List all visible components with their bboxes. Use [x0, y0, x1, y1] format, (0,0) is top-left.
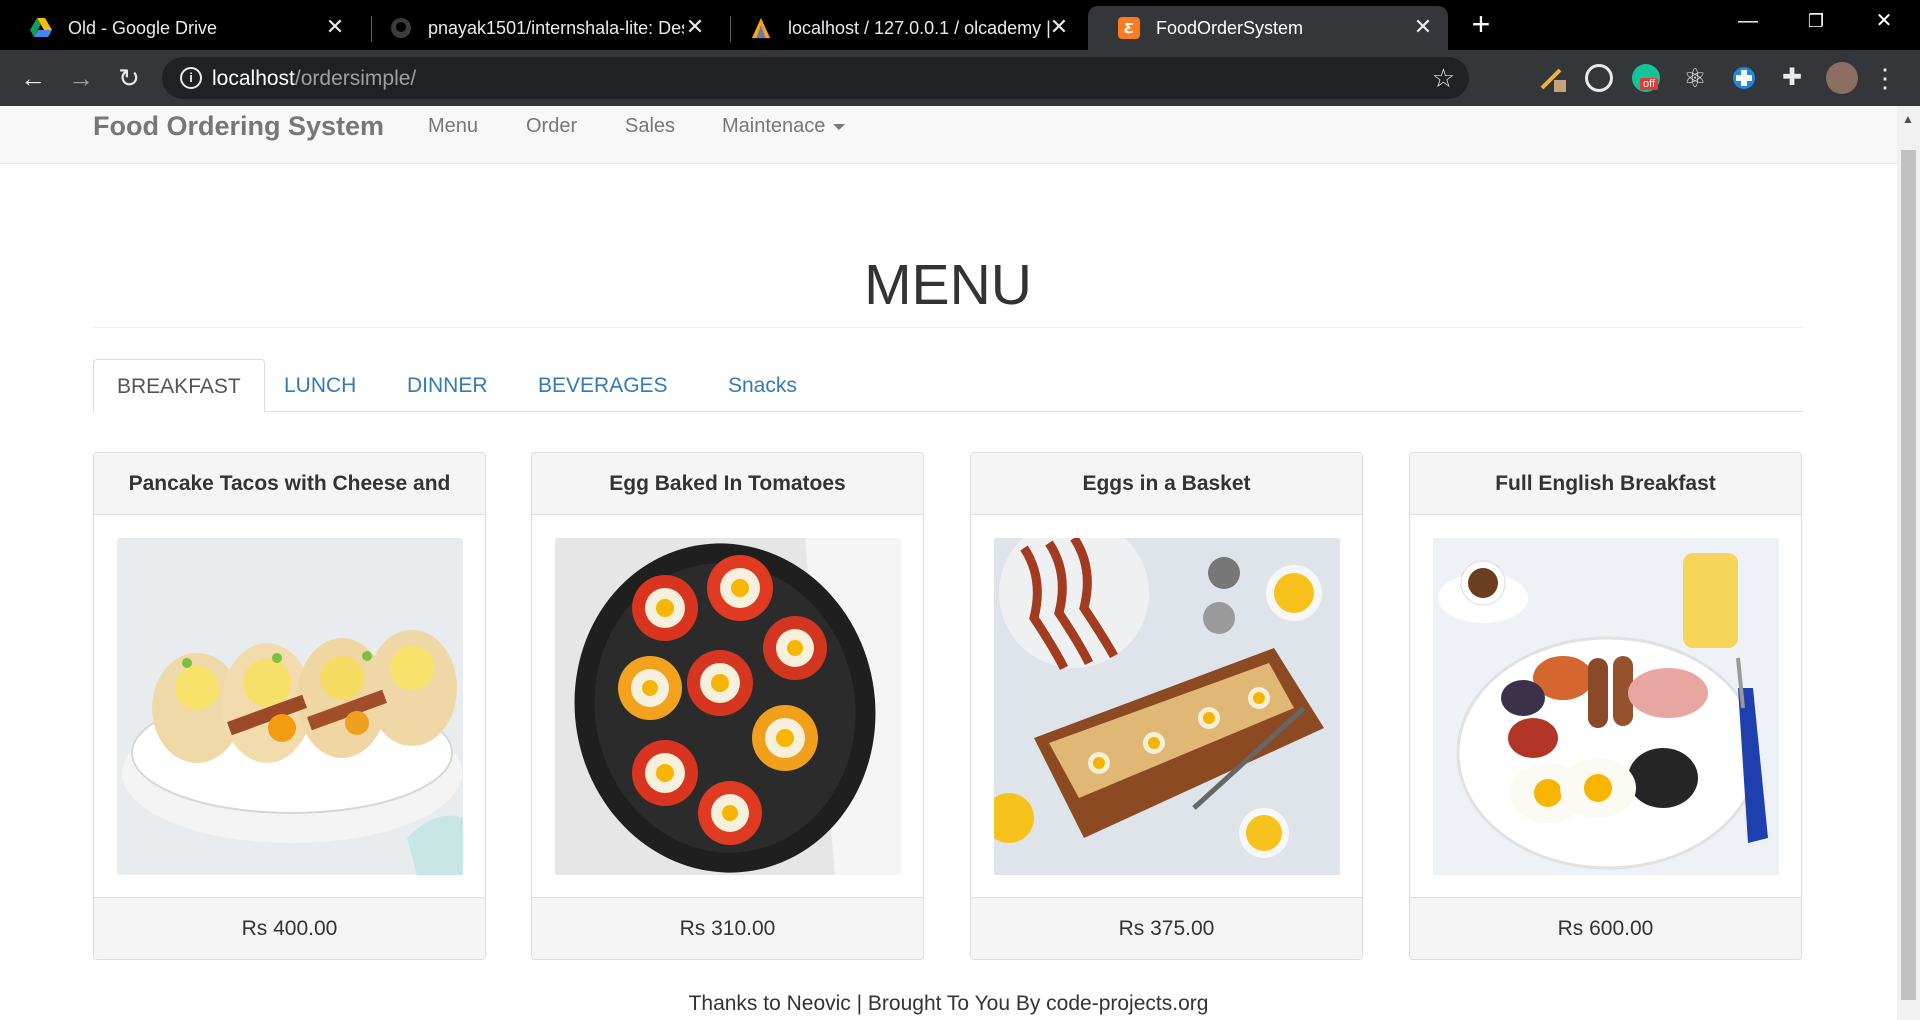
react-devtools-icon[interactable]: ⚛	[1681, 64, 1709, 92]
nav-dropdown-maintenance[interactable]: Maintenace	[722, 115, 846, 138]
google-drive-icon	[30, 17, 52, 39]
menu-item-name: Pancake Tacos with Cheese and	[94, 453, 485, 515]
menu-item-card[interactable]: Full English Breakfast Rs 600.00	[1409, 452, 1802, 960]
site-info-icon[interactable]: i	[180, 67, 202, 89]
tab-dinner[interactable]: DINNER	[384, 359, 511, 412]
nav-link-menu[interactable]: Menu	[428, 115, 478, 138]
close-tab-icon[interactable]: ✕	[324, 16, 346, 38]
browser-tab-strip: Old - Google Drive ✕ pnayak1501/internsh…	[0, 0, 1920, 50]
reload-icon[interactable]: ↻	[113, 62, 145, 94]
shield-extension-icon[interactable]	[1730, 64, 1758, 92]
browser-tab-phpmyadmin[interactable]: localhost / 127.0.0.1 / olcademy | ✕	[720, 6, 1084, 50]
close-tab-icon[interactable]: ✕	[1412, 16, 1434, 38]
page-scrollbar[interactable]: ▲	[1897, 106, 1920, 1020]
egg-baked-tomatoes-photo[interactable]	[555, 538, 901, 875]
menu-item-price: Rs 375.00	[971, 897, 1362, 959]
browser-tab-google-drive[interactable]: Old - Google Drive ✕	[0, 6, 360, 50]
profile-avatar[interactable]	[1826, 62, 1858, 94]
forward-icon[interactable]: →	[65, 62, 97, 94]
menu-item-name: Egg Baked In Tomatoes	[532, 453, 923, 515]
site-footer: Thanks to Neovic | Brought To You By cod…	[688, 992, 1209, 1015]
menu-item-name: Eggs in a Basket	[971, 453, 1362, 515]
close-window-icon[interactable]: ✕	[1854, 6, 1914, 36]
chrome-menu-icon[interactable]: ⋮	[1872, 62, 1898, 94]
bookmark-star-icon[interactable]: ☆	[1432, 63, 1455, 94]
pen-extension-icon[interactable]	[1538, 64, 1566, 92]
pancake-tacos-photo[interactable]	[117, 538, 463, 875]
full-english-breakfast-photo[interactable]	[1433, 538, 1779, 875]
caret-down-icon	[833, 123, 846, 130]
menu-item-card[interactable]: Pancake Tacos with Cheese and Rs 400.00	[93, 452, 486, 960]
menu-item-name: Full English Breakfast	[1410, 453, 1801, 515]
menu-item-price: Rs 600.00	[1410, 897, 1801, 959]
xampp-icon: Ƹ	[1118, 17, 1140, 39]
page-title: MENU	[864, 253, 1032, 317]
new-tab-button[interactable]: +	[1466, 8, 1496, 40]
nav-link-sales[interactable]: Sales	[625, 115, 675, 138]
minimize-window-icon[interactable]: —	[1718, 6, 1778, 36]
close-tab-icon[interactable]: ✕	[684, 16, 706, 38]
divider	[93, 327, 1803, 328]
grammarly-extension-icon[interactable]: off	[1632, 64, 1660, 92]
phpmyadmin-icon	[750, 17, 772, 39]
nav-link-order[interactable]: Order	[526, 115, 577, 138]
close-tab-icon[interactable]: ✕	[1048, 16, 1070, 38]
web-page: Food Ordering System Menu Order Sales Ma…	[0, 106, 1897, 1020]
tab-beverages[interactable]: BEVERAGES	[515, 359, 691, 412]
restore-window-icon[interactable]: ❐	[1786, 6, 1846, 36]
github-icon	[390, 17, 412, 39]
eggs-in-basket-photo[interactable]	[994, 538, 1340, 875]
scroll-up-icon[interactable]: ▲	[1902, 112, 1914, 126]
speedometer-extension-icon[interactable]	[1585, 64, 1613, 92]
url-text[interactable]: localhost/ordersimple/	[212, 67, 416, 91]
tab-lunch[interactable]: LUNCH	[261, 359, 379, 412]
tab-snacks[interactable]: Snacks	[705, 359, 820, 412]
browser-toolbar: ← → ↻ i localhost/ordersimple/ ☆ off ⚛ ✚…	[0, 50, 1920, 106]
address-bar[interactable]: i localhost/ordersimple/ ☆	[162, 57, 1469, 99]
site-brand[interactable]: Food Ordering System	[93, 111, 384, 142]
svg-text:Ƹ: Ƹ	[1124, 22, 1134, 37]
menu-item-price: Rs 310.00	[532, 897, 923, 959]
browser-tab-github[interactable]: pnayak1501/internshala-lite: Desi ✕	[360, 6, 720, 50]
menu-category-tabs: BREAKFAST LUNCH DINNER BEVERAGES Snacks	[93, 359, 1803, 413]
puzzle-extensions-icon[interactable]: ✚	[1778, 64, 1806, 92]
browser-tab-foodordersystem[interactable]: Ƹ FoodOrderSystem ✕	[1088, 6, 1448, 50]
extension-badge: off	[1640, 78, 1659, 90]
scrollbar-thumb[interactable]	[1901, 150, 1916, 1000]
site-navbar: Food Ordering System Menu Order Sales Ma…	[0, 106, 1897, 164]
menu-item-price: Rs 400.00	[94, 897, 485, 959]
back-icon[interactable]: ←	[17, 62, 49, 94]
menu-item-card[interactable]: Eggs in a Basket Rs 375.00	[970, 452, 1363, 960]
menu-item-card[interactable]: Egg Baked In Tomatoes Rs 310.00	[531, 452, 924, 960]
tab-breakfast[interactable]: BREAKFAST	[93, 359, 265, 413]
